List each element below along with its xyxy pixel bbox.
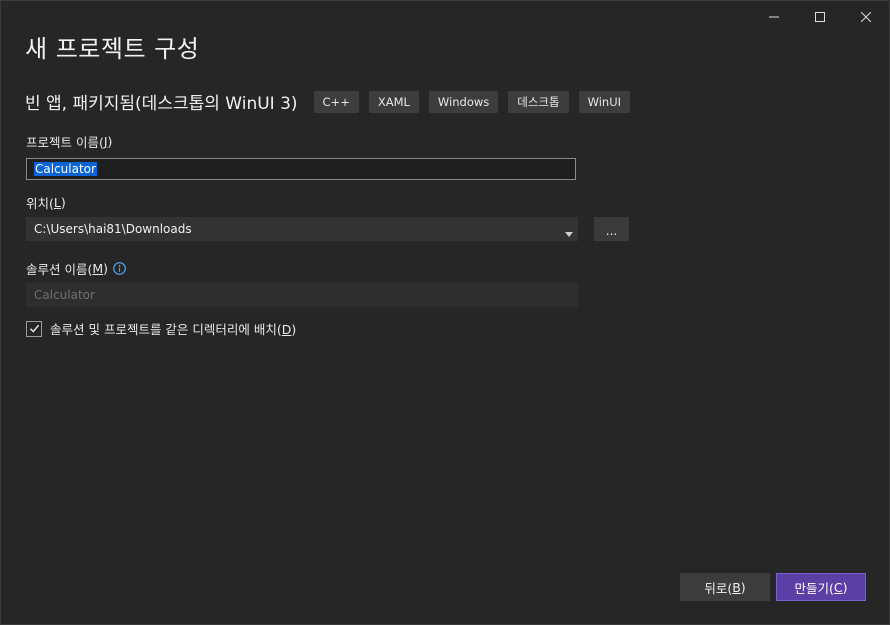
page-title: 새 프로젝트 구성: [25, 35, 200, 63]
chevron-down-icon[interactable]: [565, 226, 573, 240]
tag-desktop: 데스크톱: [508, 90, 569, 113]
same-directory-checkbox[interactable]: [26, 320, 42, 337]
maximize-icon[interactable]: [797, 1, 843, 33]
window-controls: [751, 1, 889, 33]
solution-name-input: Calculator: [26, 283, 578, 307]
dialog-window: 새 프로젝트 구성 빈 앱, 패키지됨(데스크톱의 WinUI 3) C++ X…: [0, 0, 890, 625]
minimize-icon[interactable]: [751, 1, 797, 33]
solution-name-value: Calculator: [34, 288, 95, 302]
project-name-label: 프로젝트 이름(J): [26, 134, 113, 150]
same-directory-label: 솔루션 및 프로젝트를 같은 디렉터리에 배치(D): [50, 322, 297, 337]
same-directory-option[interactable]: 솔루션 및 프로젝트를 같은 디렉터리에 배치(D): [26, 319, 296, 338]
tag-windows: Windows: [428, 90, 499, 113]
location-value: C:\Users\hai81\Downloads: [34, 222, 192, 236]
info-icon[interactable]: [113, 262, 126, 275]
tag-winui: WinUI: [578, 90, 631, 113]
create-button[interactable]: 만들기(C): [776, 573, 866, 601]
location-combobox[interactable]: C:\Users\hai81\Downloads: [26, 217, 578, 241]
close-icon[interactable]: [843, 1, 889, 33]
project-name-input[interactable]: Calculator: [26, 158, 576, 180]
browse-button[interactable]: ...: [594, 217, 629, 241]
location-label: 위치(L): [26, 195, 66, 211]
tag-cpp: C++: [313, 90, 359, 113]
solution-name-label: 솔루션 이름(M): [26, 259, 126, 278]
template-header: 빈 앱, 패키지됨(데스크톱의 WinUI 3) C++ XAML Window…: [25, 89, 640, 114]
project-name-value: Calculator: [34, 162, 97, 176]
tag-xaml: XAML: [368, 90, 419, 113]
template-name: 빈 앱, 패키지됨(데스크톱의 WinUI 3): [25, 94, 298, 114]
back-button[interactable]: 뒤로(B): [680, 573, 770, 601]
